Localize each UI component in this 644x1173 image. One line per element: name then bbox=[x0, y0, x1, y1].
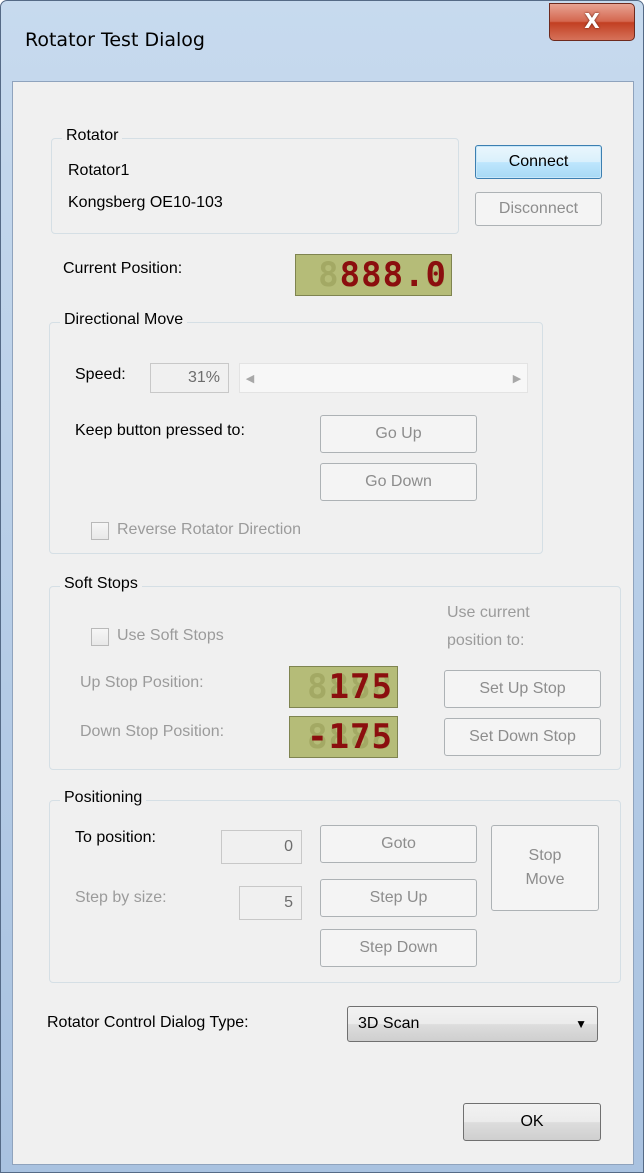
positioning-legend: Positioning bbox=[60, 789, 147, 807]
step-size-field[interactable]: 5 bbox=[239, 886, 302, 920]
title-bar[interactable]: Rotator Test Dialog X bbox=[1, 1, 643, 79]
ok-button[interactable]: OK bbox=[463, 1103, 601, 1141]
up-stop-display: 8888 175 bbox=[289, 666, 398, 708]
dialog-window: Rotator Test Dialog X Rotator Rotator1 K… bbox=[0, 0, 644, 1173]
dialog-type-label: Rotator Control Dialog Type: bbox=[47, 1014, 249, 1031]
rotator-name: Rotator1 bbox=[68, 162, 130, 179]
dialog-type-selected: 3D Scan bbox=[358, 1015, 420, 1032]
stop-move-button[interactable]: Stop Move bbox=[491, 825, 599, 911]
set-down-stop-button[interactable]: Set Down Stop bbox=[444, 718, 601, 756]
scroll-left-icon[interactable]: ◀ bbox=[240, 364, 260, 392]
window-title: Rotator Test Dialog bbox=[25, 29, 205, 51]
down-stop-display: 8888 -175 bbox=[289, 716, 398, 758]
keep-pressed-label: Keep button pressed to: bbox=[75, 422, 245, 439]
scroll-right-icon[interactable]: ▶ bbox=[507, 364, 527, 392]
down-stop-label: Down Stop Position: bbox=[80, 723, 225, 740]
use-soft-stops-label[interactable]: Use Soft Stops bbox=[117, 627, 224, 645]
current-position-value: 888.0 bbox=[339, 255, 447, 295]
speed-label: Speed: bbox=[75, 366, 126, 383]
soft-stops-hint-line1: Use current bbox=[447, 604, 530, 621]
stop-move-line1: Stop bbox=[528, 847, 562, 864]
goto-button[interactable]: Goto bbox=[320, 825, 477, 863]
connect-button[interactable]: Connect bbox=[475, 145, 602, 179]
to-position-label: To position: bbox=[75, 829, 156, 846]
go-down-button[interactable]: Go Down bbox=[320, 463, 477, 501]
rotator-model: Kongsberg OE10-103 bbox=[68, 194, 223, 211]
step-size-label: Step by size: bbox=[75, 889, 167, 906]
current-position-display: 8888.8 888.0 bbox=[295, 254, 452, 296]
chevron-down-icon: ▼ bbox=[575, 1017, 587, 1031]
speed-scrollbar[interactable]: ◀ ▶ bbox=[239, 363, 528, 393]
step-down-button[interactable]: Step Down bbox=[320, 929, 477, 967]
go-up-button[interactable]: Go Up bbox=[320, 415, 477, 453]
directional-move-legend: Directional Move bbox=[60, 311, 188, 329]
step-up-button[interactable]: Step Up bbox=[320, 879, 477, 917]
close-button[interactable]: X bbox=[549, 3, 635, 41]
soft-stops-legend: Soft Stops bbox=[60, 575, 142, 593]
down-stop-value: -175 bbox=[307, 717, 393, 757]
up-stop-value: 175 bbox=[328, 667, 393, 707]
reverse-direction-checkbox[interactable] bbox=[91, 522, 109, 540]
rotator-group-legend: Rotator bbox=[62, 127, 123, 145]
speed-value-field[interactable]: 31% bbox=[150, 363, 229, 393]
dialog-client-area: Rotator Rotator1 Kongsberg OE10-103 Conn… bbox=[12, 81, 634, 1165]
to-position-field[interactable]: 0 bbox=[221, 830, 302, 864]
disconnect-button[interactable]: Disconnect bbox=[475, 192, 602, 226]
dialog-type-select[interactable]: 3D Scan ▼ bbox=[347, 1006, 598, 1042]
reverse-direction-label[interactable]: Reverse Rotator Direction bbox=[117, 521, 301, 539]
up-stop-label: Up Stop Position: bbox=[80, 674, 204, 691]
use-soft-stops-checkbox[interactable] bbox=[91, 628, 109, 646]
stop-move-line2: Move bbox=[525, 871, 565, 888]
current-position-label: Current Position: bbox=[63, 260, 183, 277]
soft-stops-hint-line2: position to: bbox=[447, 632, 525, 649]
rotator-group: Rotator bbox=[51, 127, 459, 234]
set-up-stop-button[interactable]: Set Up Stop bbox=[444, 670, 601, 708]
close-icon: X bbox=[584, 9, 600, 33]
